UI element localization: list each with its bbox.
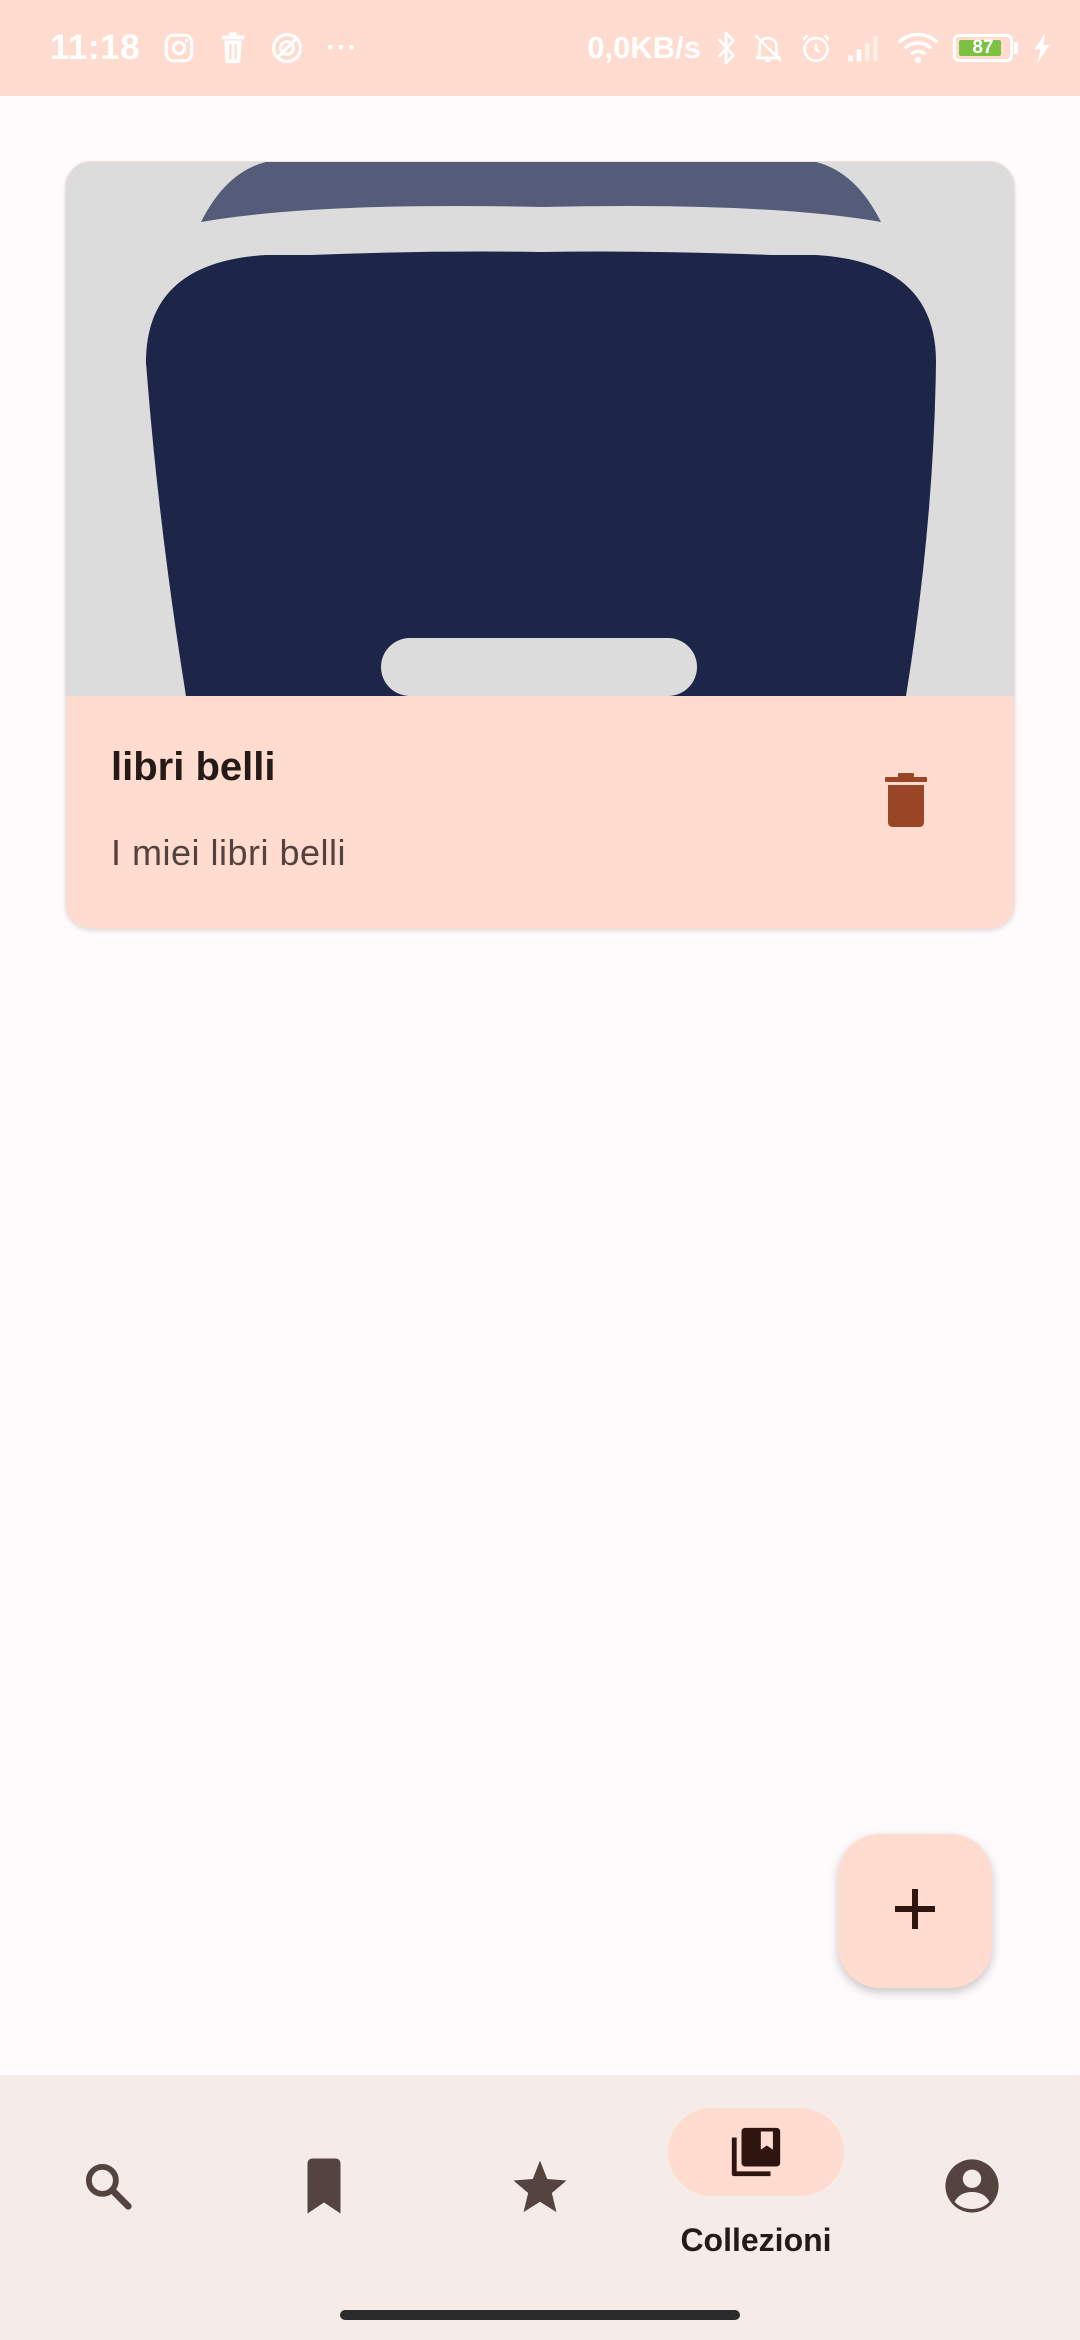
search-icon	[68, 2146, 148, 2226]
star-icon	[500, 2146, 580, 2226]
battery-level: 87	[972, 37, 994, 58]
collections-icon	[716, 2112, 796, 2192]
bottom-navigation: Collezioni	[0, 2075, 1080, 2340]
nav-label-collezioni: Collezioni	[680, 2222, 832, 2258]
account-icon	[932, 2146, 1012, 2226]
charging-icon	[1032, 33, 1052, 63]
alarm-icon	[799, 31, 833, 65]
bluetooth-icon	[715, 30, 737, 66]
instagram-icon	[162, 31, 196, 65]
add-collection-button[interactable]	[838, 1834, 992, 1988]
nav-item-collezioni[interactable]: Collezioni	[648, 2075, 864, 2295]
status-bar-left: 11:18 ···	[50, 0, 358, 96]
bell-off-icon	[751, 31, 785, 65]
bookmark-icon	[284, 2146, 364, 2226]
nav-item-search[interactable]	[0, 2075, 216, 2295]
nav-item-favorites[interactable]	[432, 2075, 648, 2295]
plus-icon	[893, 1887, 937, 1936]
delete-collection-button[interactable]	[866, 762, 946, 842]
home-indicator[interactable]	[340, 2310, 740, 2320]
collection-title: libri belli	[111, 745, 276, 789]
trash-notification-icon	[218, 31, 248, 65]
collection-description: I miei libri belli	[111, 832, 347, 873]
trash-icon	[885, 772, 927, 832]
wifi-icon	[897, 32, 939, 64]
vpn-icon	[270, 31, 304, 65]
signal-icon	[847, 33, 883, 63]
network-speed: 0,0KB/s	[587, 30, 701, 65]
collection-card[interactable]: libri belli I miei libri belli	[65, 161, 1015, 929]
nav-item-bookmarks[interactable]	[216, 2075, 432, 2295]
status-bar: 11:18 ··· 0,0KB/s 87	[0, 0, 1080, 96]
battery-icon: 87	[953, 34, 1018, 62]
status-bar-right: 0,0KB/s 87	[587, 0, 1052, 96]
collection-cover-image	[66, 162, 1014, 696]
status-time: 11:18	[50, 28, 141, 67]
nav-item-account[interactable]	[864, 2075, 1080, 2295]
more-icon: ···	[326, 31, 358, 64]
